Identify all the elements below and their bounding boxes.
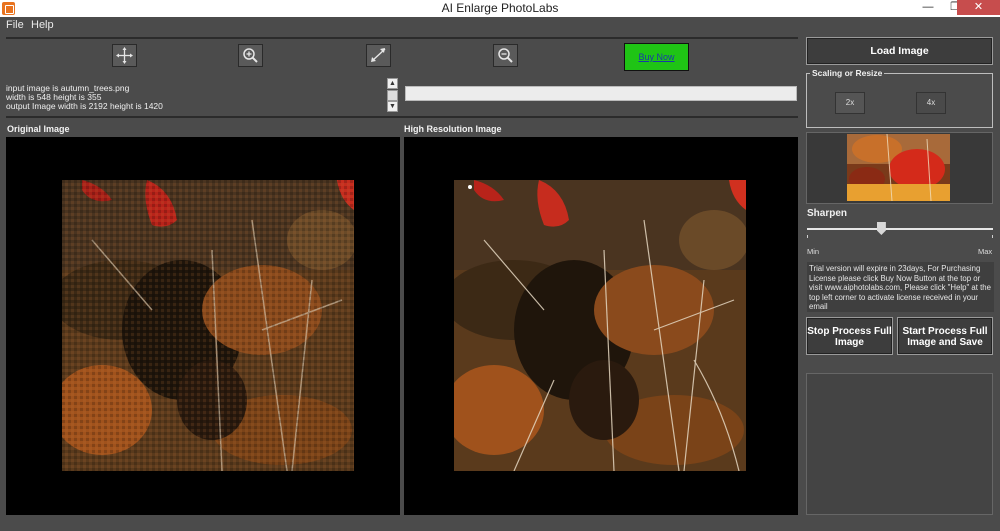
scroll-down-button[interactable]: ▼ <box>387 101 398 112</box>
zoom-out-button[interactable] <box>493 44 518 67</box>
zoom-in-button[interactable] <box>238 44 263 67</box>
panel-divider <box>6 116 798 118</box>
original-image <box>62 180 354 471</box>
scale-2x-button[interactable]: 2x <box>835 92 865 114</box>
start-process-button[interactable]: Start Process Full Image and Save <box>897 317 993 355</box>
slider-tick <box>992 235 993 238</box>
original-image-title: Original Image <box>7 124 70 134</box>
buy-now-button[interactable]: Buy Now <box>624 43 689 71</box>
load-image-button[interactable]: Load Image <box>806 37 993 65</box>
progress-bar <box>405 86 797 101</box>
stop-process-button[interactable]: Stop Process Full Image <box>806 317 893 355</box>
sharpen-slider-track[interactable] <box>807 228 993 230</box>
log-line: output Image width is 2192 height is 142… <box>6 101 163 112</box>
menu-file[interactable]: File <box>6 19 24 31</box>
info-log: input image is autumn_trees.png width is… <box>6 77 386 112</box>
original-image-view[interactable] <box>6 137 400 515</box>
slider-max-label: Max <box>978 247 993 256</box>
move-button[interactable] <box>112 44 137 67</box>
menu-help[interactable]: Help <box>31 19 54 31</box>
close-button[interactable]: ✕ <box>957 0 1000 15</box>
fit-screen-button[interactable] <box>366 44 391 67</box>
move-icon <box>116 47 133 64</box>
zoom-in-icon <box>243 48 258 63</box>
scale-4x-button[interactable]: 4x <box>916 92 946 114</box>
sharpen-label: Sharpen <box>807 208 848 219</box>
zoom-out-icon <box>498 48 513 63</box>
scroll-thumb[interactable] <box>387 90 398 101</box>
title-bar: AI Enlarge PhotoLabs — ❐ ✕ <box>0 0 1000 17</box>
sidebar-bottom-panel <box>806 373 993 515</box>
scaling-label: Scaling or Resize <box>810 68 885 78</box>
slider-min-label: Min <box>807 247 820 256</box>
sharpen-slider-handle[interactable] <box>876 222 886 235</box>
window-title: AI Enlarge PhotoLabs <box>441 1 559 15</box>
trial-notice: Trial version will expire in 23days, For… <box>807 262 994 312</box>
high-res-image <box>454 180 746 471</box>
slider-tick <box>807 235 808 238</box>
toolbar-divider <box>6 37 798 39</box>
high-res-image-title: High Resolution Image <box>404 124 502 134</box>
minimize-button[interactable]: — <box>915 0 941 15</box>
menu-bar: File Help <box>0 17 1000 34</box>
fit-screen-icon <box>371 48 386 62</box>
high-res-image-view[interactable] <box>404 137 798 515</box>
scroll-up-button[interactable]: ▲ <box>387 78 398 89</box>
thumbnail-preview <box>847 134 950 201</box>
